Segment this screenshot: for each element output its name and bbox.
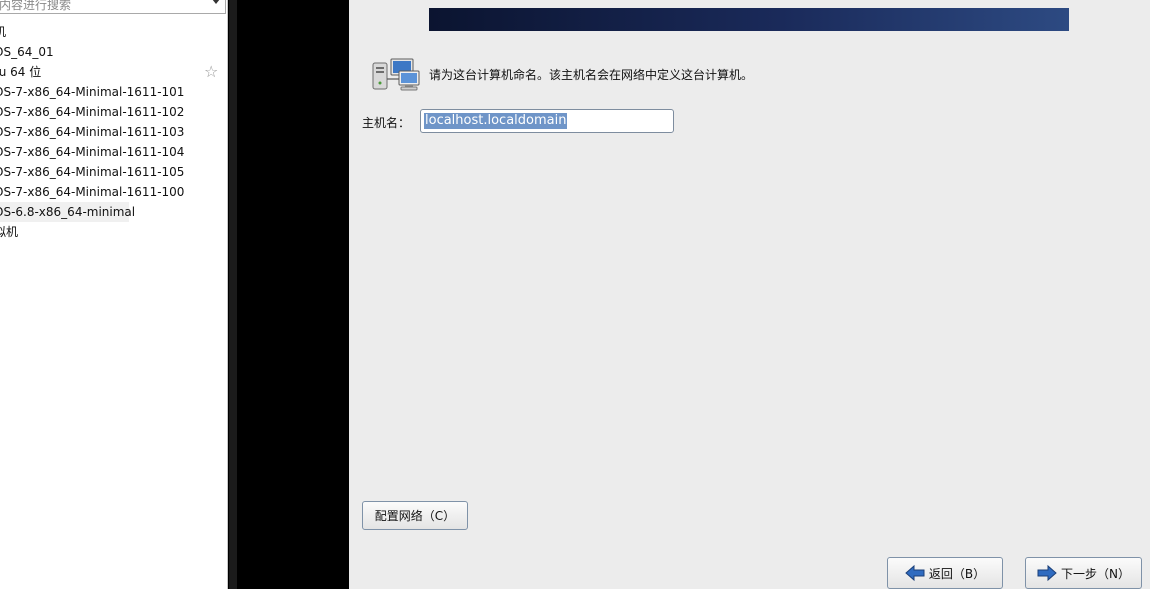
vm-item-label: OS-7-x86_64-Minimal-1611-100: [0, 185, 185, 199]
installer-banner: [429, 8, 1069, 31]
vm-library-panel: 内容进行搜索 机 OS_64_01 tu 64 位 ☆ OS-7-x86_64-…: [0, 0, 228, 589]
vm-list-item[interactable]: tu 64 位 ☆: [0, 62, 227, 82]
screen: 内容进行搜索 机 OS_64_01 tu 64 位 ☆ OS-7-x86_64-…: [0, 0, 1150, 589]
vm-list-item[interactable]: OS-7-x86_64-Minimal-1611-104: [0, 142, 227, 162]
installer-screen: 请为这台计算机命名。该主机名会在网络中定义这台计算机。 主机名： localho…: [349, 0, 1150, 589]
hostname-input[interactable]: localhost.localdomain: [420, 109, 674, 133]
arrow-right-icon: [1037, 564, 1057, 582]
vm-item-label: OS-7-x86_64-Minimal-1611-101: [0, 85, 185, 99]
vm-list-item[interactable]: 拟机: [0, 222, 227, 242]
vm-list-item[interactable]: OS-7-x86_64-Minimal-1611-103: [0, 122, 227, 142]
vm-list-item[interactable]: OS_64_01: [0, 42, 227, 62]
hostname-prompt: 请为这台计算机命名。该主机名会在网络中定义这台计算机。: [429, 68, 754, 82]
vm-item-label: OS-7-x86_64-Minimal-1611-104: [0, 145, 185, 159]
vm-item-label: OS_64_01: [0, 45, 54, 59]
vm-list-item[interactable]: OS-7-x86_64-Minimal-1611-102: [0, 102, 227, 122]
vm-list: 机 OS_64_01 tu 64 位 ☆ OS-7-x86_64-Minimal…: [0, 22, 227, 242]
vm-list-item-selected[interactable]: OS-6.8-x86_64-minimal: [0, 202, 135, 222]
vm-item-label: 拟机: [0, 225, 19, 239]
vm-item-label: OS-6.8-x86_64-minimal: [0, 205, 136, 219]
search-placeholder: 内容进行搜索: [0, 0, 72, 12]
vm-list-item[interactable]: OS-7-x86_64-Minimal-1611-105: [0, 162, 227, 182]
vm-item-label: 机: [0, 25, 6, 39]
vm-item-label: tu 64 位: [0, 65, 42, 79]
vm-list-item[interactable]: OS-7-x86_64-Minimal-1611-100: [0, 182, 227, 202]
vm-list-item[interactable]: OS-7-x86_64-Minimal-1611-101: [0, 82, 227, 102]
back-label: 返回（B）: [928, 566, 986, 581]
next-label: 下一步（N）: [1061, 566, 1130, 581]
next-button[interactable]: 下一步（N）: [1025, 557, 1142, 589]
hostname-label: 主机名：: [362, 116, 411, 130]
chevron-down-icon[interactable]: [212, 0, 220, 4]
configure-network-button[interactable]: 配置网络（C）: [362, 501, 468, 530]
vm-item-label: OS-7-x86_64-Minimal-1611-102: [0, 105, 185, 119]
star-icon[interactable]: ☆: [204, 63, 218, 81]
panel-divider[interactable]: [229, 0, 237, 589]
configure-network-label: 配置网络（C）: [374, 509, 456, 523]
library-search-input[interactable]: 内容进行搜索: [0, 0, 226, 14]
back-button[interactable]: 返回（B）: [887, 557, 1003, 589]
arrow-left-icon: [905, 564, 925, 582]
vm-item-label: OS-7-x86_64-Minimal-1611-103: [0, 125, 185, 139]
vm-item-label: OS-7-x86_64-Minimal-1611-105: [0, 165, 185, 179]
vm-list-item[interactable]: 机: [0, 22, 227, 42]
hostname-value: localhost.localdomain: [424, 113, 568, 129]
network-computers-icon: [372, 58, 420, 91]
